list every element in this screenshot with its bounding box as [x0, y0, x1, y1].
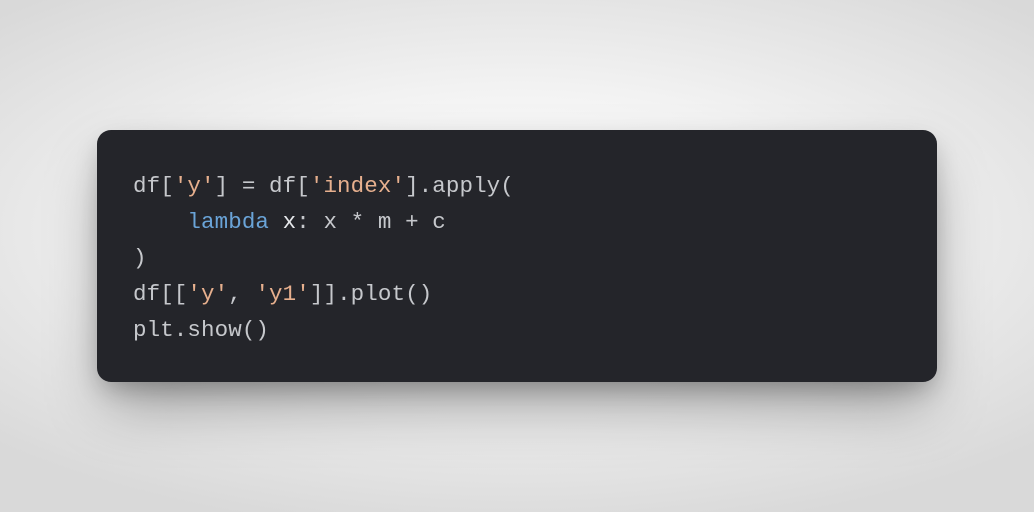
code-snippet: df['y'] = df['index'].apply( lambda x: x…	[133, 168, 901, 348]
code-text: )	[133, 245, 147, 271]
code-keyword: lambda	[187, 209, 269, 235]
code-text: ] = df[	[215, 173, 310, 199]
code-text: : x * m + c	[296, 209, 446, 235]
code-text: df[[	[133, 281, 187, 307]
code-string: 'y1'	[255, 281, 309, 307]
code-text: ,	[228, 281, 255, 307]
code-text: df[	[133, 173, 174, 199]
code-param: x	[283, 209, 297, 235]
code-block: df['y'] = df['index'].apply( lambda x: x…	[97, 130, 937, 382]
code-text: ]].plot()	[310, 281, 432, 307]
code-string: 'index'	[310, 173, 405, 199]
code-string: 'y'	[187, 281, 228, 307]
code-string: 'y'	[174, 173, 215, 199]
code-text: ].apply(	[405, 173, 514, 199]
code-text	[269, 209, 283, 235]
code-text: plt.show()	[133, 317, 269, 343]
code-indent	[133, 209, 187, 235]
canvas: df['y'] = df['index'].apply( lambda x: x…	[0, 0, 1034, 512]
